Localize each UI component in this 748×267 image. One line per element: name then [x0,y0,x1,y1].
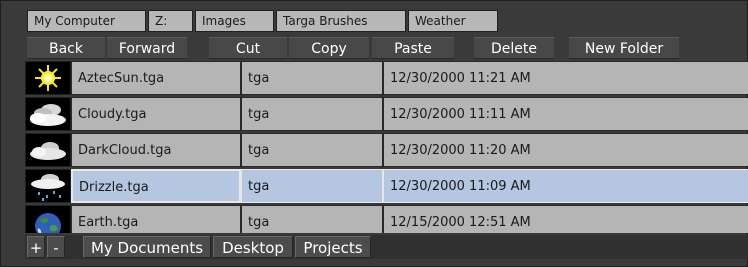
file-name: Cloudy.tga [71,97,241,131]
forward-button[interactable]: Forward [107,37,187,59]
file-date: 12/15/2000 12:51 AM [383,205,748,233]
file-date: 12/30/2000 11:11 AM [383,97,748,131]
remove-place-button[interactable]: - [47,236,65,258]
file-row[interactable]: AztecSun.tga tga 12/30/2000 11:21 AM [25,61,748,95]
paste-button[interactable]: Paste [372,37,454,59]
place-desktop[interactable]: Desktop [213,236,293,258]
add-place-button[interactable]: + [27,236,45,258]
file-name: AztecSun.tga [71,61,241,95]
cloudy-icon [25,97,71,131]
new-folder-button[interactable]: New Folder [569,37,679,59]
sun-icon [25,61,71,95]
file-browser-window: My Computer Z: Images Targa Brushes Weat… [0,0,748,267]
back-button[interactable]: Back [27,37,105,59]
dark-cloud-icon [25,133,71,167]
file-type: tga [241,97,383,131]
file-date: 12/30/2000 11:20 AM [383,133,748,167]
file-type: tga [241,133,383,167]
file-row[interactable]: Cloudy.tga tga 12/30/2000 11:11 AM [25,97,748,131]
file-row[interactable]: Earth.tga tga 12/15/2000 12:51 AM [25,205,748,233]
file-date: 12/30/2000 11:09 AM [383,169,748,203]
delete-button[interactable]: Delete [474,37,554,59]
breadcrumb-images[interactable]: Images [195,10,274,32]
breadcrumb-drive-z[interactable]: Z: [148,10,193,32]
places-bar: + - My Documents Desktop Projects [25,235,748,259]
breadcrumb-weather[interactable]: Weather [408,10,498,32]
file-name: DarkCloud.tga [71,133,241,167]
file-type: tga [241,169,383,203]
drizzle-icon [25,169,71,203]
place-projects[interactable]: Projects [295,236,371,258]
copy-button[interactable]: Copy [289,37,369,59]
breadcrumb-targa-brushes[interactable]: Targa Brushes [276,10,406,32]
file-type: tga [241,205,383,233]
breadcrumb: My Computer Z: Images Targa Brushes Weat… [27,10,498,32]
file-row[interactable]: Drizzle.tga tga 12/30/2000 11:09 AM [25,169,748,203]
file-name: Earth.tga [71,205,241,233]
toolbar: Back Forward Cut Copy Paste Delete New F… [27,37,747,59]
file-list: AztecSun.tga tga 12/30/2000 11:21 AM Clo… [25,61,748,233]
breadcrumb-my-computer[interactable]: My Computer [27,10,146,32]
earth-icon [25,205,71,233]
file-name: Drizzle.tga [71,169,241,203]
file-type: tga [241,61,383,95]
file-date: 12/30/2000 11:21 AM [383,61,748,95]
file-row[interactable]: DarkCloud.tga tga 12/30/2000 11:20 AM [25,133,748,167]
place-my-documents[interactable]: My Documents [83,236,211,258]
cut-button[interactable]: Cut [209,37,287,59]
